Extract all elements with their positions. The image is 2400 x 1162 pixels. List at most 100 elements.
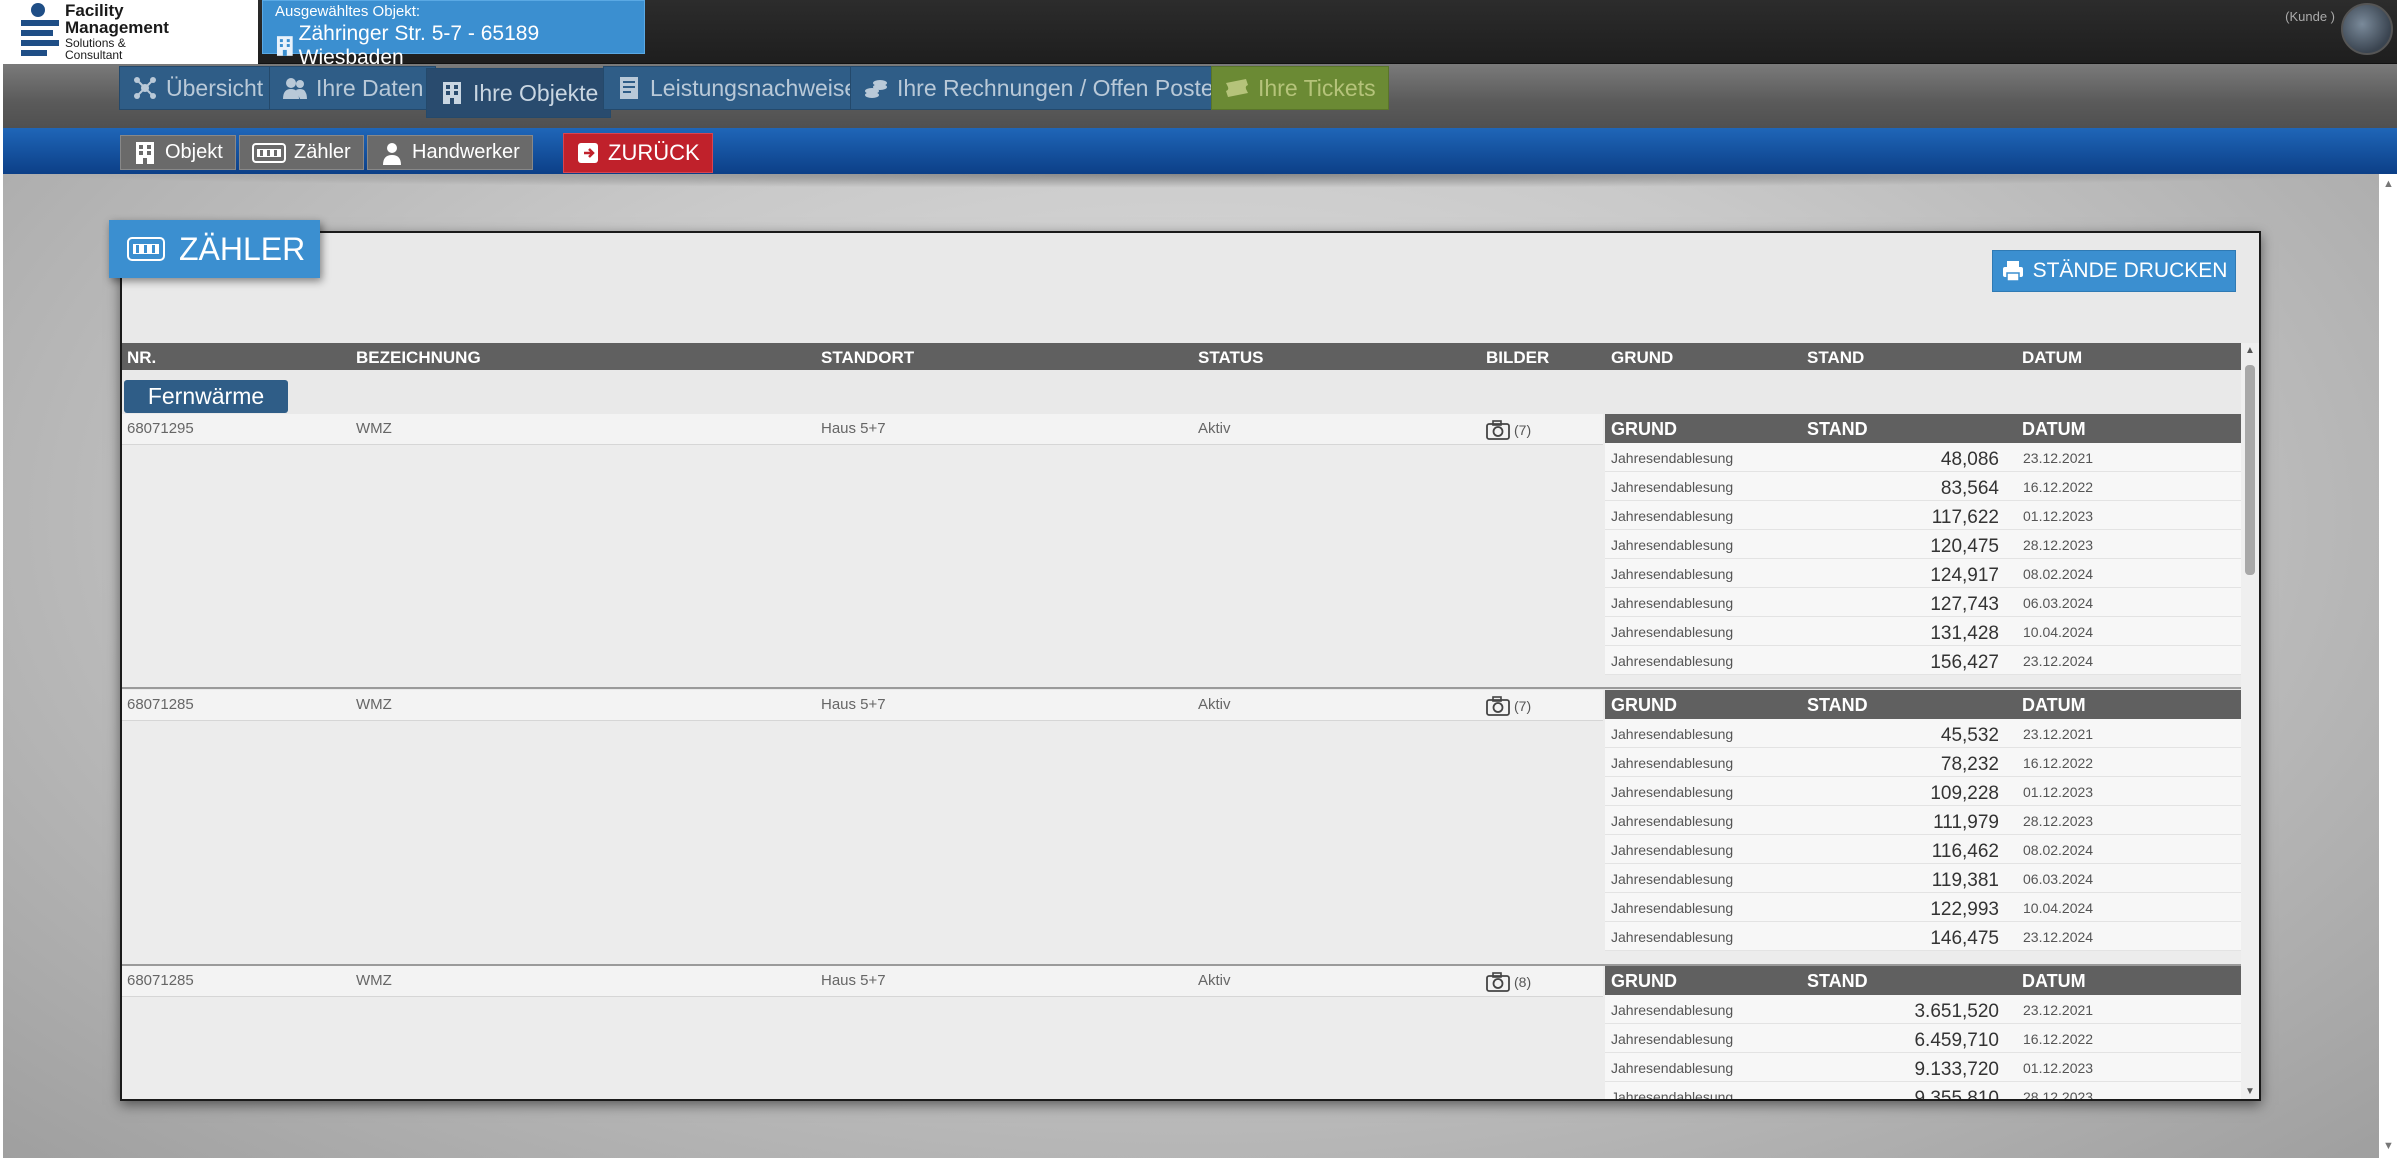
scroll-down-icon[interactable]: ▼ — [2245, 1086, 2255, 1097]
reading-reason: Jahresendablesung — [1611, 1031, 1734, 1047]
readings-header: GRUND STAND DATUM — [1605, 966, 2241, 995]
panel-title-label: ZÄHLER — [179, 230, 306, 267]
meter-status: Aktiv — [1198, 696, 1231, 713]
reading-date: 08.02.2024 — [2023, 842, 2094, 858]
column-header-bezeichnung[interactable]: BEZEICHNUNG — [356, 348, 481, 368]
reading-reason: Jahresendablesung — [1611, 1002, 1734, 1018]
meter-location: Haus 5+7 — [821, 420, 886, 437]
reading-row: Jahresendablesung 111,979 28.12.2023 — [1605, 806, 2241, 835]
zaehler-button[interactable]: Zähler — [239, 135, 364, 170]
reading-reason: Jahresendablesung — [1611, 450, 1734, 466]
reading-date: 23.12.2024 — [2023, 929, 2094, 945]
reading-date: 06.03.2024 — [2023, 871, 2094, 887]
reading-row: Jahresendablesung 117,622 01.12.2023 — [1605, 501, 2241, 530]
tab-ihre-objekte[interactable]: Ihre Objekte — [426, 68, 612, 118]
meter-location: Haus 5+7 — [821, 696, 886, 713]
selected-object-label: Ausgewähltes Objekt: — [275, 3, 421, 20]
column-header-grund[interactable]: GRUND — [1611, 348, 1673, 368]
column-header-nr[interactable]: NR. — [127, 348, 156, 368]
table-row[interactable]: 68071285 WMZ Haus 5+7 Aktiv (8) GRUND ST… — [122, 966, 2241, 1099]
handwerker-button[interactable]: Handwerker — [367, 135, 533, 170]
photos-link[interactable]: (7) — [1486, 420, 1531, 440]
reading-date: 23.12.2024 — [2023, 653, 2094, 669]
reading-row: Jahresendablesung 124,917 08.02.2024 — [1605, 559, 2241, 588]
readings-header-grund: GRUND — [1611, 971, 1677, 991]
photo-count: (7) — [1514, 698, 1532, 714]
reading-value: 119,381 — [1931, 870, 1999, 891]
reading-date: 16.12.2022 — [2023, 479, 2094, 495]
tab-leistungsnachweise[interactable]: Leistungsnachweise — [603, 66, 871, 110]
meter-designation: WMZ — [356, 420, 392, 437]
column-header-datum[interactable]: DATUM — [2022, 348, 2082, 368]
scroll-up-icon[interactable]: ▲ — [2245, 345, 2255, 356]
panel-title: ZÄHLER — [109, 220, 320, 278]
tab-ihre-tickets[interactable]: Ihre Tickets — [1211, 66, 1389, 110]
tab-label: Ihre Objekte — [473, 79, 599, 106]
user-icon — [383, 142, 401, 165]
column-header-status[interactable]: STATUS — [1198, 348, 1263, 368]
table-scrollbar[interactable]: ▲ ▼ — [2241, 343, 2259, 1099]
reading-date: 10.04.2024 — [2023, 900, 2094, 916]
reading-date: 08.02.2024 — [2023, 566, 2094, 582]
reading-date: 01.12.2023 — [2023, 784, 2094, 800]
reading-date: 10.04.2024 — [2023, 624, 2094, 640]
photo-count: (8) — [1514, 974, 1532, 990]
selected-object-box[interactable]: Ausgewähltes Objekt: Zähringer Str. 5-7 … — [262, 0, 645, 69]
column-header-bilder[interactable]: BILDER — [1486, 348, 1549, 368]
column-header-stand[interactable]: STAND — [1807, 348, 1864, 368]
meter-number: 68071285 — [127, 696, 194, 713]
tab-rechnungen[interactable]: Ihre Rechnungen / Offen Posten — [850, 66, 1240, 110]
scroll-up-icon[interactable]: ▲ — [2383, 178, 2394, 190]
row-separator — [122, 687, 2241, 689]
building-icon — [443, 82, 461, 104]
object-subnavigation: Objekt Zähler Handwerker ZURÜCK — [3, 128, 2397, 174]
reading-value: 48,086 — [1940, 449, 1999, 470]
objekt-button-label: Objekt — [165, 141, 223, 163]
reading-reason: Jahresendablesung — [1611, 900, 1734, 916]
reading-row: Jahresendablesung 6.459,710 16.12.2022 — [1605, 1024, 2241, 1053]
objekt-button[interactable]: Objekt — [120, 135, 236, 170]
meter-location: Haus 5+7 — [821, 972, 886, 989]
reading-reason: Jahresendablesung — [1611, 537, 1734, 553]
users-icon — [283, 78, 307, 99]
scroll-down-icon[interactable]: ▼ — [2383, 1140, 2394, 1152]
reading-value: 156,427 — [1930, 652, 1999, 673]
tab-label: Ihre Tickets — [1258, 74, 1376, 101]
table-row[interactable]: 68071295 WMZ Haus 5+7 Aktiv (7) GRUND ST… — [122, 414, 2241, 689]
reading-date: 23.12.2021 — [2023, 1002, 2094, 1018]
readings-header-datum: DATUM — [2022, 695, 2086, 715]
scrollbar-thumb[interactable] — [2245, 365, 2255, 575]
tab-uebersicht[interactable]: Übersicht — [119, 66, 277, 110]
photos-link[interactable]: (7) — [1486, 696, 1531, 716]
reading-row: Jahresendablesung 45,532 23.12.2021 — [1605, 719, 2241, 748]
reading-row: Jahresendablesung 122,993 10.04.2024 — [1605, 893, 2241, 922]
reading-value: 111,979 — [1933, 812, 1999, 833]
reading-row: Jahresendablesung 131,428 10.04.2024 — [1605, 617, 2241, 646]
tab-ihre-daten[interactable]: Ihre Daten — [269, 66, 437, 110]
page-scrollbar[interactable]: ▲ ▼ — [2379, 174, 2397, 1158]
reading-value: 124,917 — [1930, 565, 1999, 586]
print-readings-button[interactable]: STÄNDE DRUCKEN — [1992, 250, 2236, 292]
header-shadow — [5, 174, 2379, 188]
building-icon — [276, 36, 293, 56]
coins-icon — [865, 80, 887, 98]
print-readings-label: STÄNDE DRUCKEN — [2032, 259, 2228, 282]
camera-icon — [1486, 420, 1510, 440]
reading-row: Jahresendablesung 3.651,520 23.12.2021 — [1605, 995, 2241, 1024]
meter-designation: WMZ — [356, 696, 392, 713]
photos-link[interactable]: (8) — [1486, 972, 1531, 992]
reading-row: Jahresendablesung 156,427 23.12.2024 — [1605, 646, 2241, 675]
back-button-label: ZURÜCK — [608, 140, 700, 165]
reading-value: 120,475 — [1930, 536, 1999, 557]
company-logo[interactable]: Facility Management Solutions & Consulta… — [3, 0, 258, 64]
reading-row: Jahresendablesung 9.355,810 28.12.2023 — [1605, 1082, 2241, 1099]
readings-table: GRUND STAND DATUM Jahresendablesung 45,53… — [1605, 690, 2241, 951]
reading-reason: Jahresendablesung — [1611, 813, 1734, 829]
table-row[interactable]: 68071285 WMZ Haus 5+7 Aktiv (7) GRUND ST… — [122, 690, 2241, 966]
avatar[interactable] — [2341, 3, 2393, 55]
meter-status: Aktiv — [1198, 420, 1231, 437]
back-button[interactable]: ZURÜCK — [563, 133, 713, 173]
document-icon — [620, 77, 638, 99]
reading-reason: Jahresendablesung — [1611, 566, 1734, 582]
column-header-standort[interactable]: STANDORT — [821, 348, 914, 368]
